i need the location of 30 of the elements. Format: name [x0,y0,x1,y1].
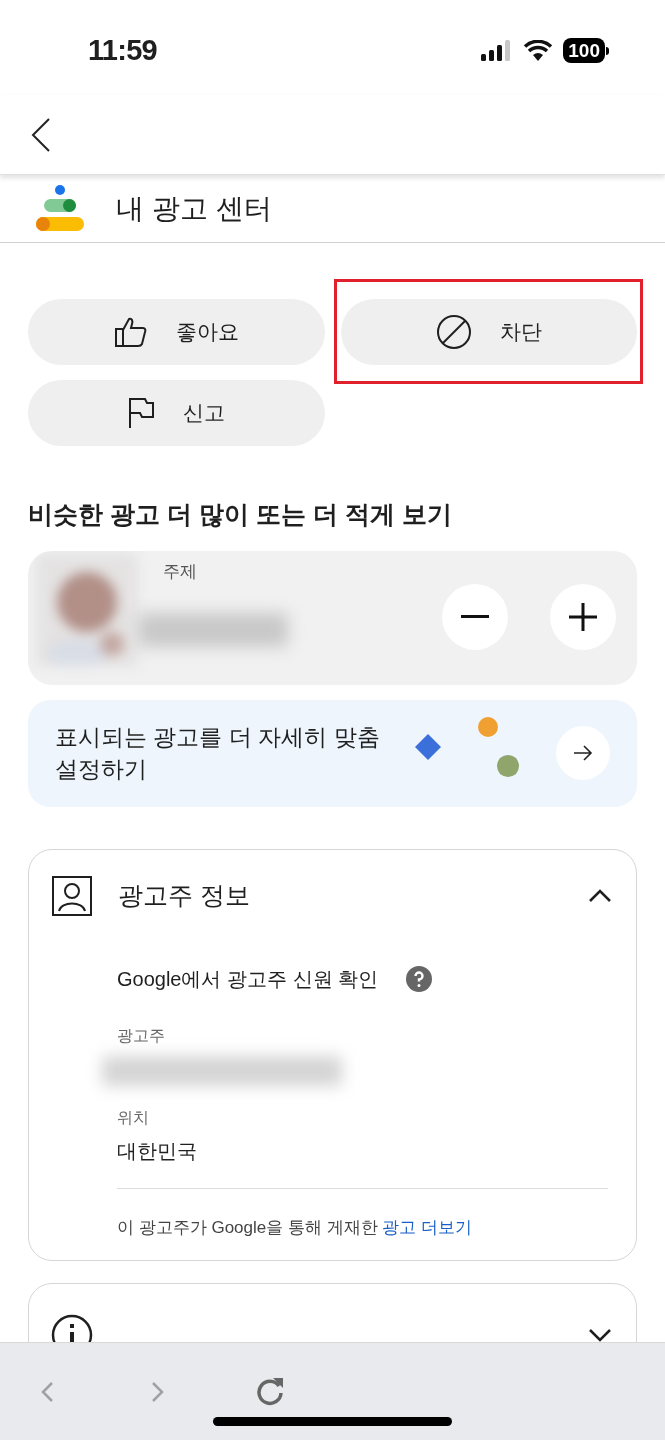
customize-text: 표시되는 광고를 더 자세히 맞춤 설정하기 [55,723,381,784]
more-ads-link[interactable]: 광고 더보기 [382,1217,473,1237]
person-icon [52,875,92,916]
section-title: 광고주 정보 [118,879,251,911]
block-icon [435,314,472,350]
customize-card[interactable]: 표시되는 광고를 더 자세히 맞춤 설정하기 [28,699,637,807]
action-button[interactable]: 차단 [340,299,637,365]
app-logo-icon [34,183,86,234]
help-icon[interactable] [406,965,433,992]
more-ads-text: 이 광고주가 Google을 통해 게재한 광고 더보기 [117,1216,474,1239]
field-label: 위치 [117,1107,150,1128]
arrow-right-icon [573,744,593,761]
wifi-icon [523,39,554,62]
verification-text: Google에서 광고주 신원 확인 [117,966,379,992]
chevron-down-icon[interactable] [588,1328,612,1342]
chevron-up-icon[interactable] [588,888,612,903]
thumbs-up-icon [113,316,148,348]
back-icon[interactable] [30,116,52,153]
field-label: 광고주 [117,1025,166,1046]
minus-icon [461,614,489,619]
section-heading: 비슷한 광고 더 많이 또는 더 적게 보기 [27,499,453,530]
status-time: 11:59 [88,32,157,68]
plus-icon [569,602,597,631]
reload-icon[interactable] [255,1376,285,1406]
action-button[interactable]: 신고 [28,380,325,446]
flag-icon [127,397,156,429]
topic-label: 주제 [163,560,197,583]
action-button[interactable]: 좋아요 [28,299,325,365]
location-value: 대한민국 [117,1138,198,1164]
app-title: 내 광고 센터 [116,191,272,226]
